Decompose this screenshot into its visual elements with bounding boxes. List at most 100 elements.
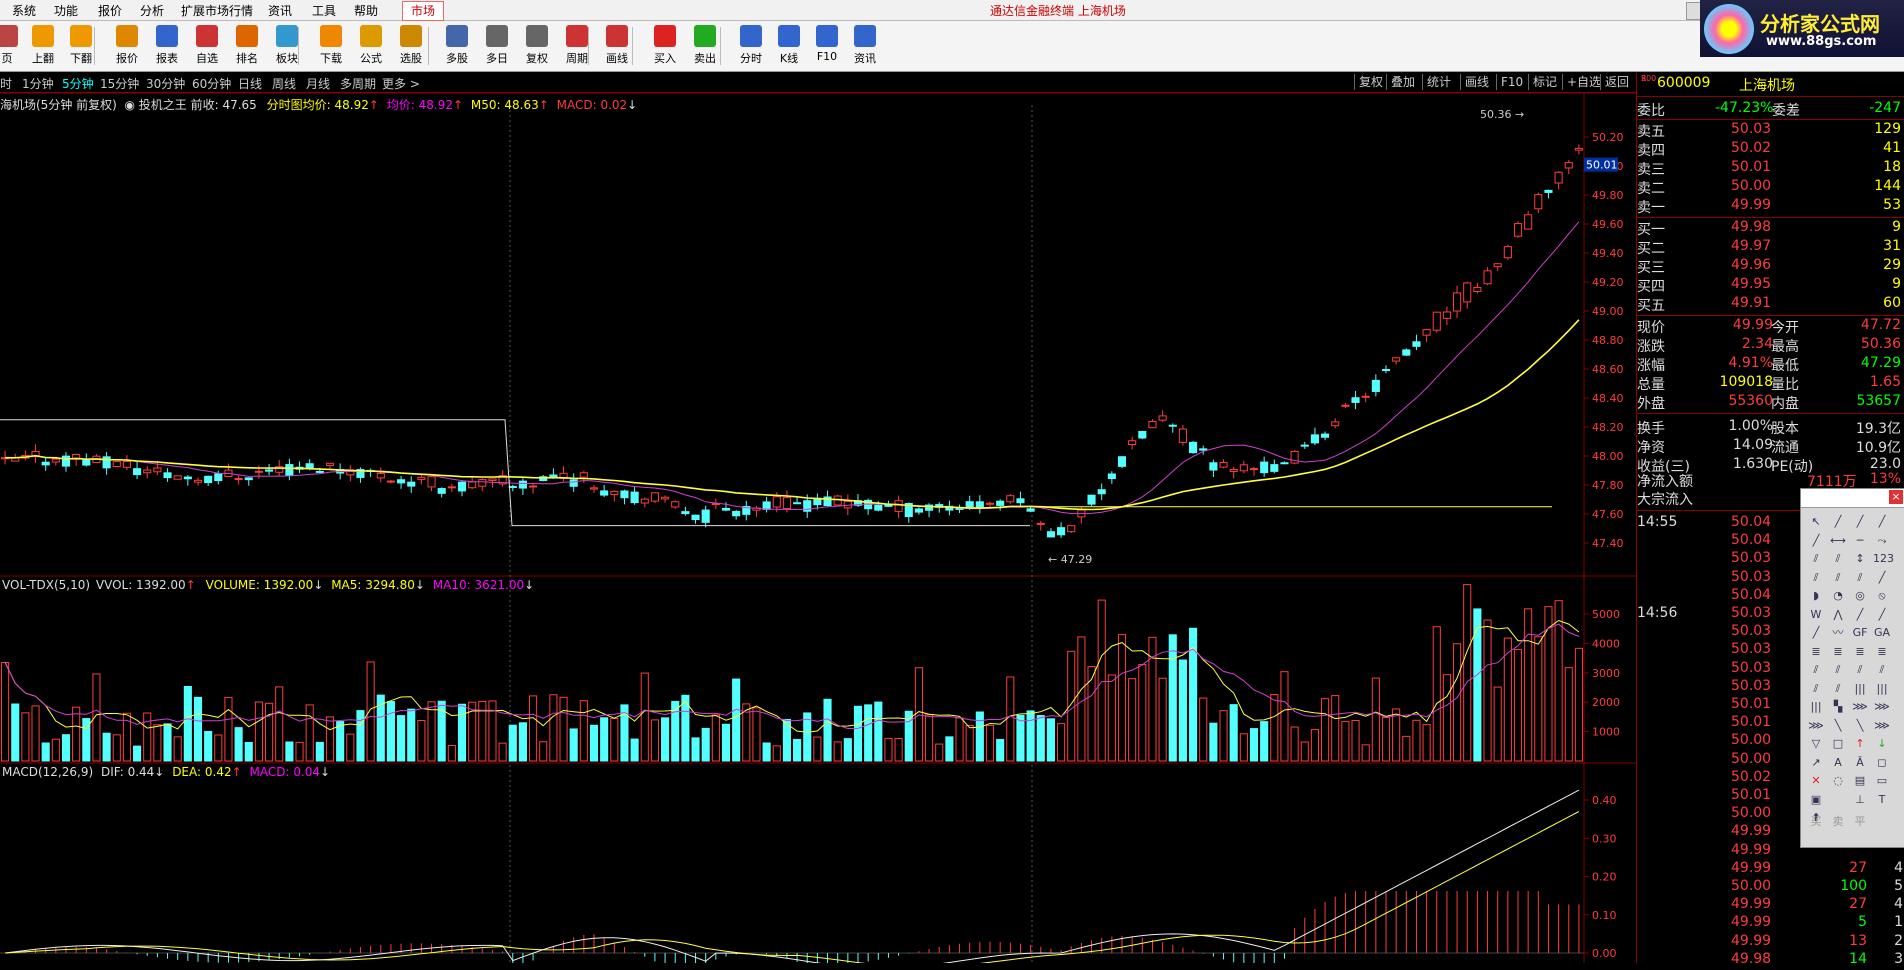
toolbar-button-18[interactable]: 分时 (732, 23, 770, 69)
period-tab-5[interactable]: 60分钟 (192, 75, 231, 92)
draw-tool-image-icon[interactable]: ▣ (1807, 791, 1825, 809)
period-tab-10[interactable]: 更多 > (382, 75, 420, 92)
draw-tool-parallel-icon[interactable]: ⟷ (1829, 532, 1847, 550)
draw-tool-speed4-icon[interactable]: ⫽ (1873, 661, 1891, 679)
menu-function[interactable]: 功能 (54, 2, 78, 19)
toolbar-button-10[interactable]: 选股 (392, 23, 430, 69)
draw-tool-horizontal-icon[interactable]: ─ (1851, 532, 1869, 550)
chart-tool-tab-3[interactable]: 画线 (1460, 74, 1493, 90)
menu-help[interactable]: 帮助 (354, 2, 378, 19)
draw-tool-target-icon[interactable]: ◎ (1851, 587, 1869, 605)
draw-tool-ga-icon[interactable]: GA (1873, 624, 1891, 642)
draw-tool-pointer-icon[interactable]: ↖ (1807, 513, 1825, 531)
draw-tool-cycle2-icon[interactable]: ||| (1873, 680, 1891, 698)
indicator-name[interactable]: ◉ 投机之王 (121, 98, 186, 112)
draw-tool-fib2-icon[interactable]: ⫽ (1829, 680, 1847, 698)
toolbar-button-21[interactable]: 资讯 (846, 23, 884, 69)
period-tab-4[interactable]: 30分钟 (146, 75, 185, 92)
draw-tool-diagonal-arrow-icon[interactable]: ↗ (1807, 754, 1825, 772)
toolbar-button-4[interactable]: 报表 (148, 23, 186, 69)
draw-tool-ellipse-icon[interactable]: ⦸ (1873, 587, 1891, 605)
toolbar-button-6[interactable]: 排名 (228, 23, 266, 69)
draw-tool-box-icon[interactable]: ◻ (1873, 754, 1891, 772)
draw-tool-down-line2-icon[interactable]: ╲ (1851, 717, 1869, 735)
draw-tool-speed-icon[interactable]: ⫽ (1807, 661, 1825, 679)
toolbar-button-15[interactable]: 画线 (598, 23, 636, 69)
menu-tools[interactable]: 工具 (312, 2, 336, 19)
draw-tool-rectangle-icon[interactable]: □ (1829, 735, 1847, 753)
chart-tool-tab-1[interactable]: 叠加 (1386, 74, 1419, 90)
draw-tool-down-arrow-icon[interactable]: ↓ (1873, 735, 1891, 753)
toolbar-button-3[interactable]: 报价 (108, 23, 146, 69)
draw-tool-text2-icon[interactable]: Ā (1851, 754, 1869, 772)
draw-tool-gf-icon[interactable]: GF (1851, 624, 1869, 642)
chart-tool-tab-4[interactable]: F10 (1496, 74, 1527, 90)
draw-tool-angle-icon[interactable]: ╱ (1851, 606, 1869, 624)
toolbar-button-20[interactable]: F10 (808, 23, 846, 69)
draw-tool-wave2-icon[interactable]: 〰 (1829, 624, 1847, 642)
draw-tool-buy-mark[interactable]: 买 (1807, 813, 1825, 831)
toolbar-button-7[interactable]: 板块 (268, 23, 306, 69)
draw-tool-list-icon[interactable]: ▤ (1851, 772, 1869, 790)
draw-tool-gann-icon[interactable]: ╱ (1873, 606, 1891, 624)
draw-tool-arc-icon[interactable]: ╱ (1873, 569, 1891, 587)
draw-tool-vertical-icon[interactable]: ↕ (1851, 550, 1869, 568)
chart-area[interactable]: 50.2050.0049.8049.6049.4049.2049.0048.80… (0, 93, 1636, 963)
draw-tool-semicircle-icon[interactable]: ◗ (1807, 587, 1825, 605)
toolbar-button-12[interactable]: 多日 (478, 23, 516, 69)
draw-tool-blank-icon[interactable] (1829, 791, 1847, 809)
menu-extended-market[interactable]: 扩展市场行情 (181, 2, 253, 19)
toolbar-button-17[interactable]: 卖出 (686, 23, 724, 69)
draw-tool-cycle-icon[interactable]: ||| (1851, 680, 1869, 698)
draw-tool-fib-icon[interactable]: ⫽ (1807, 680, 1825, 698)
draw-tool-band2-icon[interactable]: ≣ (1829, 643, 1847, 661)
draw-tool-fan7-icon[interactable]: ⋙ (1873, 717, 1891, 735)
draw-tool-ray-icon[interactable]: ╱ (1851, 513, 1869, 531)
toolbar-button-16[interactable]: 买入 (646, 23, 684, 69)
draw-tool-down-line-icon[interactable]: ╲ (1829, 717, 1847, 735)
menu-analysis[interactable]: 分析 (140, 2, 164, 19)
toolbar-button-1[interactable]: 上翻 (24, 23, 62, 69)
period-tab-9[interactable]: 多周期 (340, 75, 376, 92)
drawing-panel-header[interactable]: × (1801, 489, 1904, 508)
toolbar-button-13[interactable]: 复权 (518, 23, 556, 69)
draw-tool-flat-mark[interactable]: 平 (1851, 813, 1869, 831)
toolbar-button-14[interactable]: 周期 (558, 23, 596, 69)
chart-tool-tab-7[interactable]: 返回 (1600, 74, 1633, 90)
chart-tool-tab-0[interactable]: 复权 (1354, 74, 1387, 90)
chart-tool-tab-2[interactable]: 统计 (1422, 74, 1455, 90)
draw-tool-fan2-icon[interactable]: ⫽ (1829, 569, 1847, 587)
draw-tool-channel-icon[interactable]: ⫽ (1807, 550, 1825, 568)
toolbar-button-0[interactable]: 页 (0, 23, 26, 69)
toolbar-button-11[interactable]: 多股 (438, 23, 476, 69)
draw-tool-gann2-icon[interactable]: ╱ (1807, 624, 1825, 642)
draw-tool-fan-icon[interactable]: ⫽ (1807, 569, 1825, 587)
draw-tool-trend-icon[interactable]: ⤳ (1873, 532, 1891, 550)
draw-tool-sell-mark[interactable]: 卖 (1829, 813, 1847, 831)
draw-tool-up-arrow-icon[interactable]: ↑ (1851, 735, 1869, 753)
draw-tool-line-icon[interactable]: ╱ (1829, 513, 1847, 531)
draw-tool-peak-icon[interactable]: ⋀ (1829, 606, 1847, 624)
menu-quote[interactable]: 报价 (98, 2, 122, 19)
draw-tool-channel2-icon[interactable]: ⫽ (1829, 550, 1847, 568)
draw-tool-segment-icon[interactable]: ╱ (1873, 513, 1891, 531)
period-tab-6[interactable]: 日线 (238, 75, 262, 92)
market-tab[interactable]: 市场 (402, 1, 444, 21)
draw-tool-band4-icon[interactable]: ≣ (1873, 643, 1891, 661)
draw-tool-band3-icon[interactable]: ≣ (1851, 643, 1869, 661)
draw-tool-rect2-icon[interactable]: ▭ (1873, 772, 1891, 790)
draw-tool-circle-icon[interactable]: ◔ (1829, 587, 1847, 605)
draw-tool-pen-icon[interactable]: ◌ (1829, 772, 1847, 790)
period-tab-0[interactable]: 时 (0, 75, 12, 92)
draw-tool-fan6-icon[interactable]: ⋙ (1807, 717, 1825, 735)
period-tab-7[interactable]: 周线 (272, 75, 296, 92)
draw-tool-triangle-icon[interactable]: ▽ (1807, 735, 1825, 753)
period-tab-8[interactable]: 月线 (306, 75, 330, 92)
draw-tool-arrow-line-icon[interactable]: ╱ (1807, 532, 1825, 550)
draw-tool-speed3-icon[interactable]: ⫽ (1851, 661, 1869, 679)
toolbar-button-19[interactable]: K线 (770, 23, 808, 69)
toolbar-button-8[interactable]: 下载 (312, 23, 350, 69)
draw-tool-speed2-icon[interactable]: ⫽ (1829, 661, 1847, 679)
close-icon[interactable]: × (1889, 490, 1903, 504)
toolbar-button-9[interactable]: 公式 (352, 23, 390, 69)
